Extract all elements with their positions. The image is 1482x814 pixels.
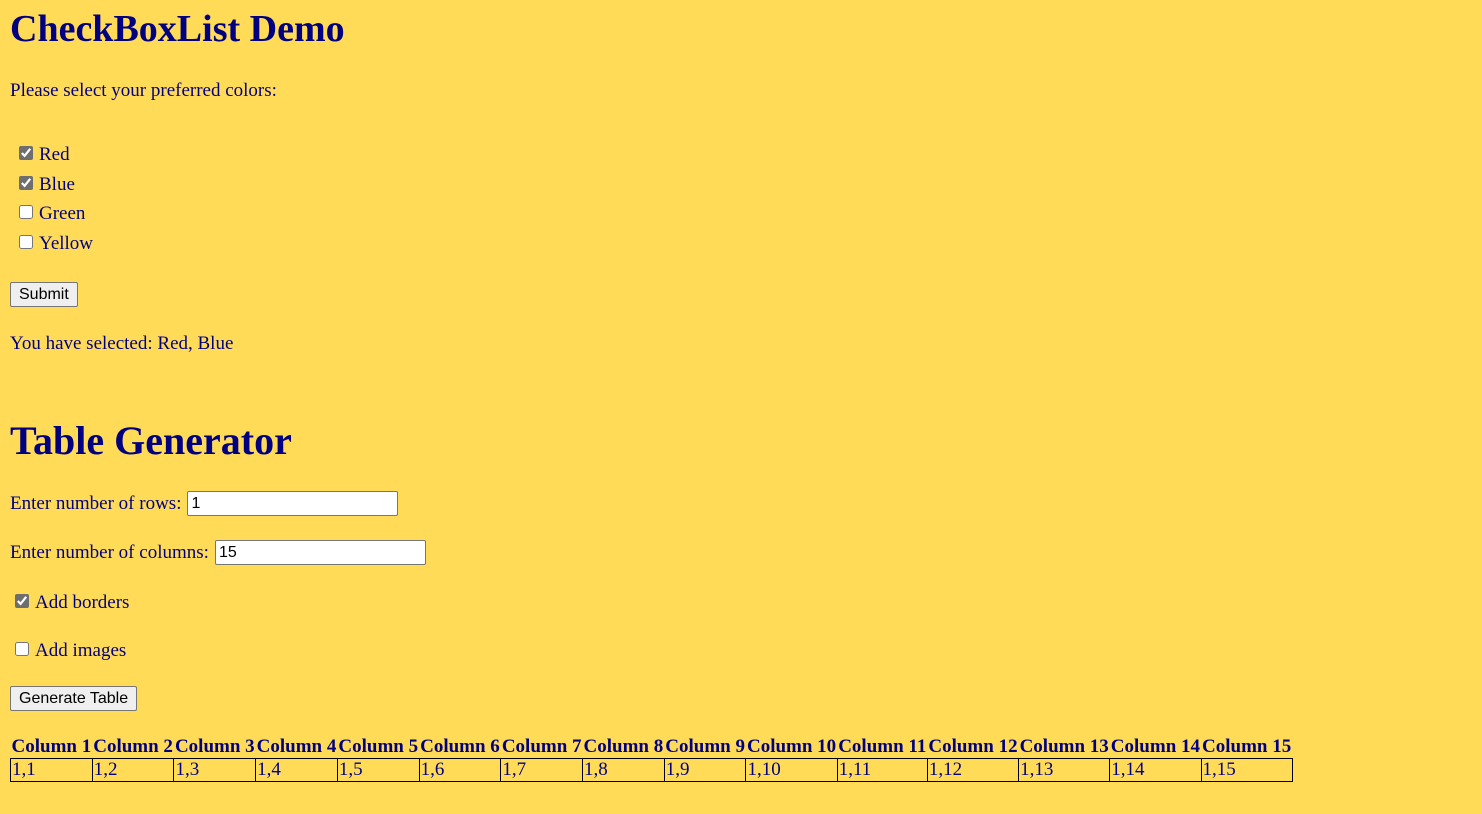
column-header: Column 12 [928,736,1018,757]
column-header: Column 1 [11,736,92,757]
columns-field-row: Enter number of columns: [10,540,426,565]
column-header: Column 10 [746,736,837,757]
table-cell: 1,6 [418,758,502,782]
green-checkbox[interactable] [19,204,33,219]
columns-label: Enter number of columns: [10,542,209,563]
color-prompt: Please select your preferred colors: [10,80,277,101]
color-option-red[interactable]: Red [19,145,70,164]
yellow-checkbox[interactable] [19,234,33,249]
column-header: Column 6 [420,736,500,757]
color-option-label: Blue [39,174,75,195]
color-option-blue[interactable]: Blue [19,175,75,194]
rows-field-row: Enter number of rows: [10,491,399,516]
add-images-checkbox[interactable] [15,641,29,656]
generated-table: Column 1 Column 2 Column 3 Column 4 Colu… [10,736,1293,782]
column-header: Column 13 [1019,736,1109,757]
table-cell: 1,12 [926,758,1020,782]
column-header: Column 2 [93,736,173,757]
table-cell: 1,13 [1018,758,1111,782]
submit-button[interactable]: Submit [10,282,78,307]
add-images-label: Add images [35,640,127,661]
color-option-label: Green [39,203,86,224]
column-header: Column 5 [338,736,419,757]
table-header-row: Column 1 Column 2 Column 3 Column 4 Colu… [11,736,1293,759]
table-cell: 1,1 [10,758,93,782]
color-option-green[interactable]: Green [19,204,85,223]
table-cell: 1,11 [836,758,928,782]
color-option-label: Red [39,144,70,165]
table-cell: 1,3 [173,758,257,782]
add-borders-label: Add borders [35,592,130,613]
rows-label: Enter number of rows: [10,493,182,514]
column-header: Column 15 [1202,736,1292,757]
add-borders-checkbox[interactable] [15,593,29,608]
table-cell: 1,14 [1109,758,1202,782]
table-cell: 1,5 [336,758,420,782]
table-cell: 1,15 [1200,758,1293,782]
table-generator-title: Table Generator [10,418,292,463]
column-header: Column 11 [838,736,927,757]
columns-input[interactable] [214,540,426,565]
selection-result: You have selected: Red, Blue [10,333,234,354]
rows-input[interactable] [187,491,399,516]
column-header: Column 7 [501,736,582,757]
table-cell: 1,4 [255,758,338,782]
red-checkbox[interactable] [19,145,33,160]
table-cell: 1,8 [582,758,665,782]
blue-checkbox[interactable] [19,175,33,190]
add-images-option[interactable]: Add images [15,641,126,660]
color-option-yellow[interactable]: Yellow [19,234,93,253]
column-header: Column 3 [174,736,255,757]
color-option-label: Yellow [39,233,94,254]
add-borders-option[interactable]: Add borders [15,593,129,612]
column-header: Column 9 [665,736,745,757]
table-cell: 1,10 [745,758,838,782]
column-header: Column 4 [256,736,337,757]
column-header: Column 14 [1110,736,1201,757]
table-cell: 1,2 [91,758,175,782]
generate-table-button[interactable]: Generate Table [10,686,138,711]
table-cell: 1,9 [663,758,747,782]
column-header: Column 8 [583,736,664,757]
table-row: 1,1 1,2 1,3 1,4 1,5 1,6 1,7 1,8 1,9 1,10… [10,758,1293,782]
table-cell: 1,7 [500,758,584,782]
checkbox-demo-title: CheckBoxList Demo [10,8,345,50]
